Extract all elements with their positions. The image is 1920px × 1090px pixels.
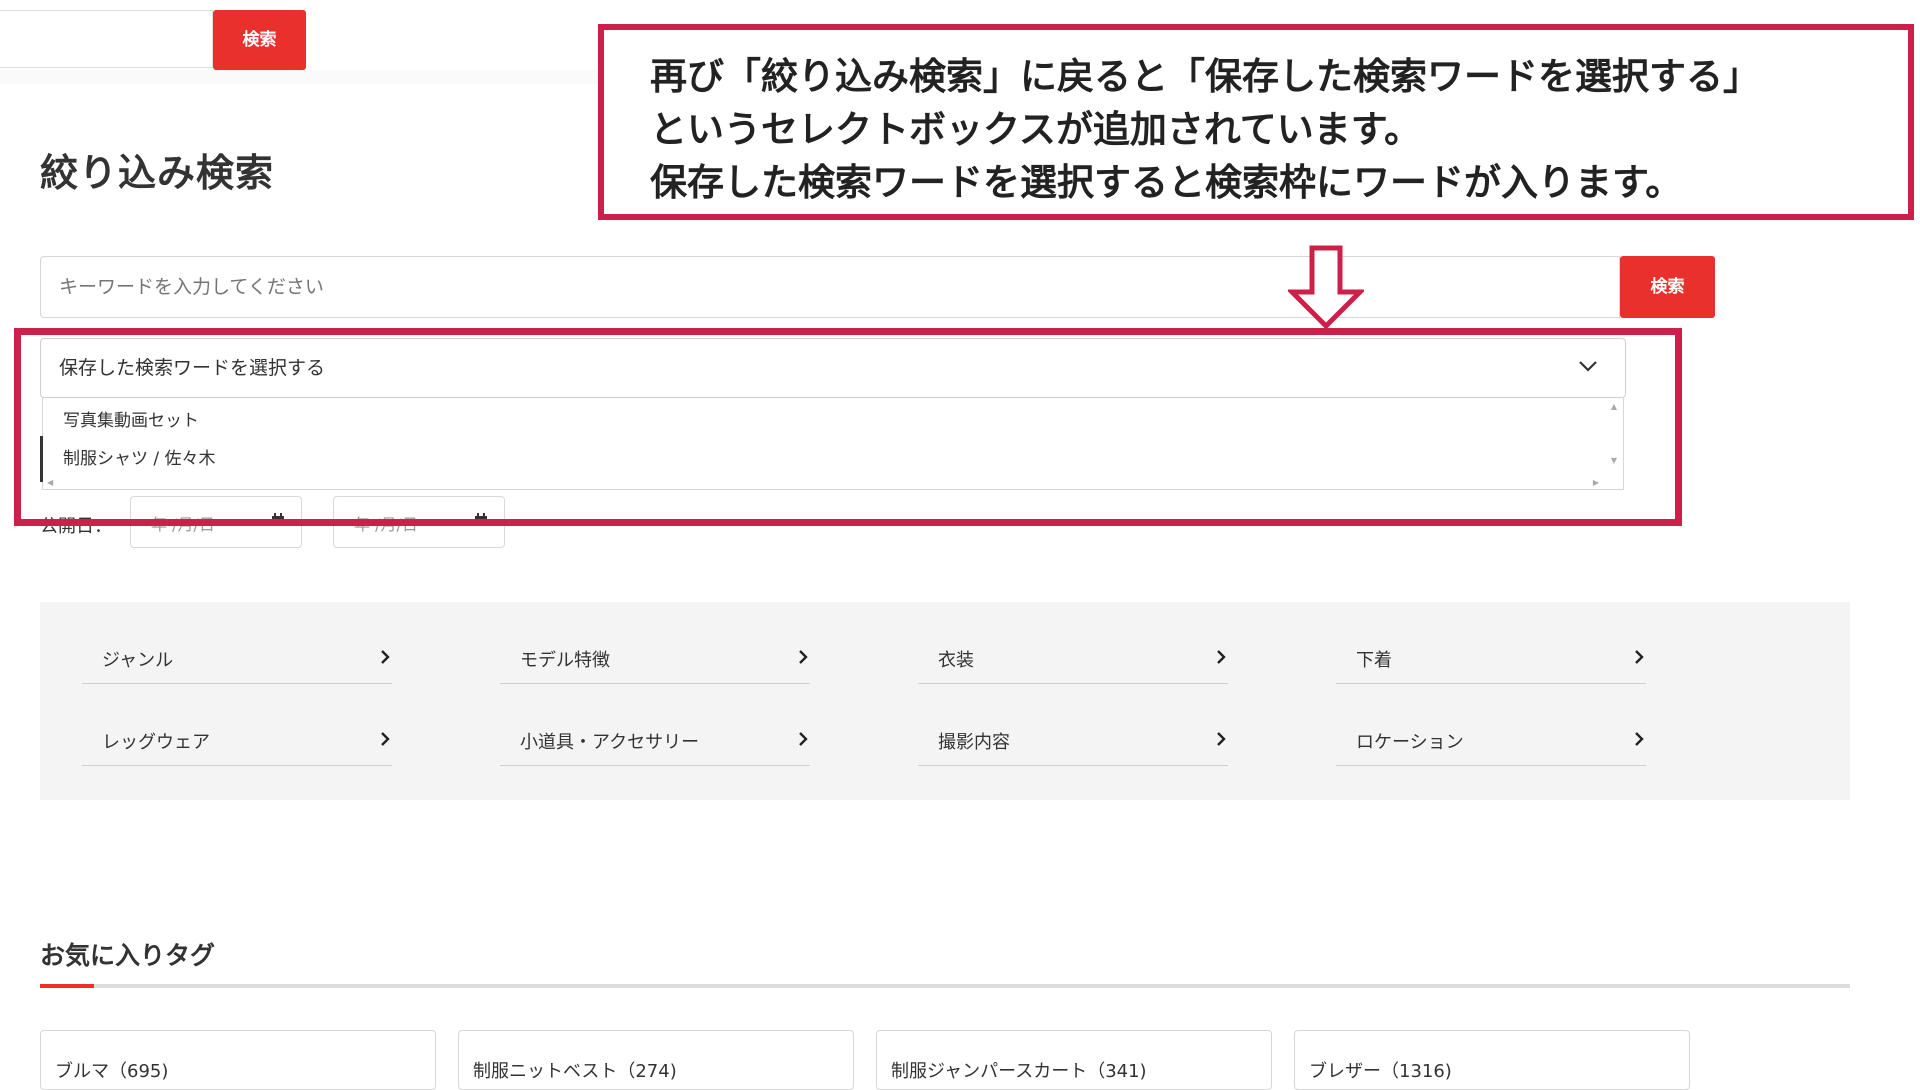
category-label: ロケーション (1356, 732, 1464, 753)
category-legwear[interactable]: レッグウェア (82, 684, 392, 766)
favorite-tag-label: 制服ニットベスト（274) (473, 1061, 677, 1082)
chevron-right-icon (1217, 732, 1226, 746)
chevron-right-icon (381, 650, 390, 664)
category-label: 下着 (1356, 650, 1392, 671)
category-panel: ジャンル モデル特徴 衣装 下着 レッグウェア 小道具・アクセサリー 撮影内容 … (40, 602, 1850, 800)
category-props[interactable]: 小道具・アクセサリー (500, 684, 810, 766)
favorite-tag[interactable]: ブレザー（1316) (1294, 1030, 1690, 1090)
keyword-search-input[interactable] (40, 256, 1620, 318)
chevron-right-icon (1217, 650, 1226, 664)
favorite-tag-label: 制服ジャンパースカート（341) (891, 1061, 1147, 1082)
favorite-tag[interactable]: 制服ジャンパースカート（341) (876, 1030, 1272, 1090)
favorite-tags-rule (40, 984, 1850, 988)
favorite-tag-label: ブルマ（695) (55, 1061, 169, 1082)
category-label: 衣装 (938, 650, 974, 671)
favorite-tags-accent (40, 984, 94, 988)
keyword-search-button[interactable]: 検索 (1620, 256, 1715, 318)
favorite-tags-title: お気に入りタグ (40, 941, 216, 970)
chevron-right-icon (381, 732, 390, 746)
header-band (0, 70, 600, 84)
callout-line-3: 保存した検索ワードを選択すると検索枠にワードが入ります。 (650, 161, 1683, 204)
top-search-button[interactable]: 検索 (213, 10, 306, 70)
callout-line-2: というセレクトボックスが追加されています。 (650, 108, 1422, 151)
category-model[interactable]: モデル特徴 (500, 602, 810, 684)
category-label: モデル特徴 (520, 650, 610, 671)
page-title: 絞り込み検索 (40, 151, 275, 195)
category-shoot[interactable]: 撮影内容 (918, 684, 1228, 766)
top-search-bar: 検索 (0, 10, 306, 70)
category-location[interactable]: ロケーション (1336, 684, 1646, 766)
category-underwear[interactable]: 下着 (1336, 602, 1646, 684)
category-label: 撮影内容 (938, 732, 1010, 753)
top-search-input[interactable] (0, 10, 213, 68)
chevron-right-icon (799, 650, 808, 664)
category-label: ジャンル (102, 650, 174, 671)
favorite-tag[interactable]: 制服ニットベスト（274) (458, 1030, 854, 1090)
down-arrow-icon (1288, 245, 1364, 330)
favorite-tag[interactable]: ブルマ（695) (40, 1030, 436, 1090)
favorite-tag-label: ブレザー（1316) (1309, 1061, 1452, 1082)
chevron-right-icon (1635, 732, 1644, 746)
callout-line-1: 再び「絞り込み検索」に戻ると「保存した検索ワードを選択する」 (650, 55, 1760, 98)
category-costume[interactable]: 衣装 (918, 602, 1228, 684)
category-genre[interactable]: ジャンル (82, 602, 392, 684)
chevron-right-icon (1635, 650, 1644, 664)
category-label: レッグウェア (102, 732, 210, 753)
instruction-callout: 再び「絞り込み検索」に戻ると「保存した検索ワードを選択する」 というセレクトボッ… (598, 24, 1914, 220)
chevron-right-icon (799, 732, 808, 746)
highlight-frame (14, 328, 1682, 526)
category-label: 小道具・アクセサリー (520, 732, 700, 753)
